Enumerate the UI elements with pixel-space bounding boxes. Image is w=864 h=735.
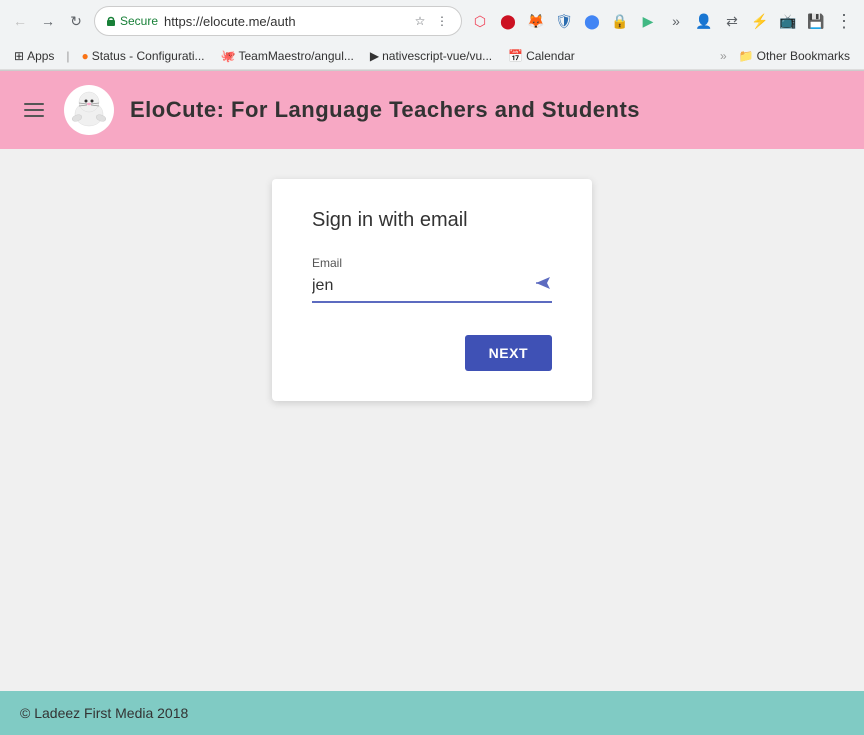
status-label: Status - Configurati... — [92, 49, 205, 63]
firefox-icon[interactable]: 🦊 — [524, 9, 548, 33]
secure-icon: Secure — [105, 14, 158, 28]
next-button[interactable]: NEXT — [465, 335, 552, 371]
other-bookmarks[interactable]: 📁 Other Bookmarks — [733, 47, 856, 65]
cast-icon[interactable]: 📺 — [776, 9, 800, 33]
shield-icon[interactable]: 🛡 — [552, 9, 576, 33]
vue-icon[interactable]: ▶ — [636, 9, 660, 33]
apps-label: Apps — [27, 49, 54, 63]
bookmark-nativescript[interactable]: ▶ nativescript-vue/vu... — [364, 47, 498, 65]
bookmarks-bar: ⊞ Apps | ● Status - Configurati... 🐙 Tea… — [0, 42, 864, 70]
chrome-icon[interactable]: ⬤ — [580, 9, 604, 33]
email-label: Email — [312, 256, 552, 270]
email-input-row — [312, 274, 552, 303]
app-logo — [64, 85, 114, 135]
address-bar[interactable]: Secure https://elocute.me/auth ☆ ⋮ — [94, 6, 462, 36]
sign-in-card: Sign in with email Email NEXT — [272, 179, 592, 401]
menu-icon[interactable]: ⋮ — [832, 9, 856, 33]
sync-icon[interactable]: ⇄ — [720, 9, 744, 33]
extension-icons: ⬡ ⬤ 🦊 🛡 ⬤ 🔒 ▶ » 👤 ⇄ ⚡ 📺 💾 ⋮ — [468, 9, 856, 33]
nativescript-label: nativescript-vue/vu... — [382, 49, 492, 63]
bookmark-apps[interactable]: ⊞ Apps — [8, 47, 60, 65]
github-favicon: 🐙 — [221, 49, 236, 63]
forward-button[interactable]: → — [36, 9, 60, 33]
account-icon[interactable]: 👤 — [692, 9, 716, 33]
back-button[interactable]: ← — [8, 9, 32, 33]
app-footer: © Ladeez First Media 2018 — [0, 691, 864, 735]
status-favicon: ● — [82, 49, 89, 63]
nativescript-favicon: ▶ — [370, 49, 379, 63]
bookmark-divider-1: | — [64, 49, 71, 63]
browser-chrome: ← → ↻ Secure https://elocute.me/auth ☆ ⋮… — [0, 0, 864, 71]
extensions-icon[interactable]: ⋮ — [433, 12, 451, 30]
button-row: NEXT — [312, 319, 552, 371]
hamburger-line-2 — [24, 109, 44, 111]
reload-button[interactable]: ↻ — [64, 9, 88, 33]
app-title: EloCute: For Language Teachers and Stude… — [130, 97, 640, 123]
bookmark-status[interactable]: ● Status - Configurati... — [76, 47, 211, 65]
app-header: EloCute: For Language Teachers and Stude… — [0, 71, 864, 149]
toolbar-expand[interactable]: » — [718, 49, 729, 63]
url-text: https://elocute.me/auth — [164, 14, 405, 29]
pocket-icon[interactable]: ⬡ — [468, 9, 492, 33]
save-icon[interactable]: 💾 — [804, 9, 828, 33]
other-bookmarks-label: Other Bookmarks — [757, 49, 850, 63]
sign-in-title: Sign in with email — [312, 209, 552, 232]
seal-logo-svg — [67, 88, 111, 132]
kaspersky-icon[interactable]: 🔒 — [608, 9, 632, 33]
opera-icon[interactable]: ⬤ — [496, 9, 520, 33]
main-content: Sign in with email Email NEXT — [0, 149, 864, 691]
send-icon[interactable] — [534, 274, 552, 297]
toolbar-expand-icon[interactable]: » — [664, 9, 688, 33]
bookmark-github[interactable]: 🐙 TeamMaestro/angul... — [215, 47, 360, 65]
hamburger-line-1 — [24, 103, 44, 105]
nav-buttons: ← → ↻ — [8, 9, 88, 33]
bookmark-star-icon[interactable]: ☆ — [411, 12, 429, 30]
hamburger-line-3 — [24, 115, 44, 117]
browser-top-bar: ← → ↻ Secure https://elocute.me/auth ☆ ⋮… — [0, 0, 864, 42]
calendar-label: Calendar — [526, 49, 575, 63]
email-form-group: Email — [312, 256, 552, 303]
hamburger-menu-button[interactable] — [20, 99, 48, 121]
calendar-favicon: 📅 — [508, 49, 523, 63]
footer-text: © Ladeez First Media 2018 — [20, 705, 188, 721]
secure-label: Secure — [120, 14, 158, 28]
email-input[interactable] — [312, 277, 534, 295]
apps-icon: ⊞ — [14, 49, 24, 63]
address-icons: ☆ ⋮ — [411, 12, 451, 30]
github-label: TeamMaestro/angul... — [238, 49, 353, 63]
bookmark-calendar[interactable]: 📅 Calendar — [502, 47, 581, 65]
bookmarks-right: » 📁 Other Bookmarks — [718, 47, 856, 65]
folder-icon: 📁 — [739, 49, 754, 63]
bluetooth-icon[interactable]: ⚡ — [748, 9, 772, 33]
